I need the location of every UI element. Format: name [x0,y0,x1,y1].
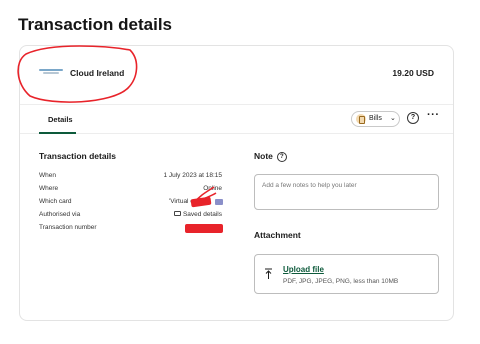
tab-details[interactable]: Details [39,105,82,134]
tab-bar: Details Bills ⌄ ? ··· [20,104,453,134]
attachment-section-title: Attachment [254,230,301,240]
bills-icon [356,114,366,124]
transaction-amount: 19.20 USD [392,68,434,78]
tab-active-indicator [39,132,76,134]
more-options-icon[interactable]: ··· [427,109,440,121]
redaction-mark [185,224,223,233]
detail-label-card: Which card [39,198,72,205]
details-section-title: Transaction details [39,151,116,161]
upload-file-area[interactable]: Upload file PDF, JPG, JPEG, PNG, less th… [254,254,439,294]
upload-icon [265,268,272,279]
upload-hint: PDF, JPG, JPEG, PNG, less than 10MB [283,278,399,285]
upload-file-link[interactable]: Upload file [283,265,324,274]
page-title: Transaction details [18,15,172,34]
saved-details-icon [173,211,181,216]
detail-label-where: Where [39,185,59,192]
detail-label-number: Transaction number [39,224,97,231]
merchant-row: Cloud Ireland 19.20 USD [17,45,453,104]
detail-value-authorised: Saved details [173,211,222,218]
note-section-title: Note? [254,151,287,162]
category-dropdown[interactable]: Bills ⌄ [351,111,400,127]
merchant-name: Cloud Ireland [70,68,125,78]
detail-label-when: When [39,172,56,179]
transaction-card: Cloud Ireland 19.20 USD Details Bills ⌄ … [17,45,454,321]
merchant-logo [39,69,63,75]
category-label: Bills [369,115,382,122]
chevron-down-icon: ⌄ [390,115,396,122]
note-textarea[interactable]: Add a few notes to help you later [254,174,439,210]
help-icon[interactable]: ? [276,152,287,162]
help-icon[interactable]: ? [407,112,419,124]
detail-label-authorised: Authorised via [39,211,81,218]
detail-value-when: 1 July 2023 at 18:15 [163,172,222,179]
redaction-scribble [191,186,217,206]
